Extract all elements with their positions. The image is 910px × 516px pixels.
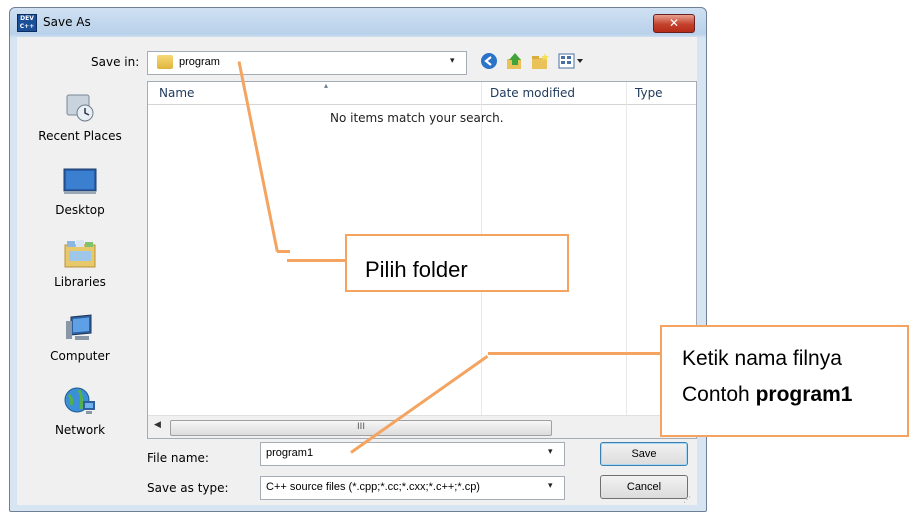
column-header-name[interactable]: Name [159,86,194,100]
annotation-example-filename: program1 [755,383,853,406]
annotation-line-filename [488,352,662,355]
cancel-button[interactable]: Cancel [600,475,688,499]
annotation-text-folder: Pilih folder [365,257,468,282]
annotation-box-folder: Pilih folder [345,234,569,292]
place-label: Network [54,423,106,437]
list-header: Name ▴ Date modified Type [148,81,696,105]
save-as-type-value: C++ source files (*.cpp;*.cc;*.cxx;*.c++… [266,481,480,493]
annotation-text-filename-line2: Contoh program1 [682,383,852,407]
annotation-box-filename: Ketik nama filnya Contoh program1 [660,325,909,437]
place-libraries[interactable]: Libraries [25,239,135,289]
file-name-field[interactable]: program1 ▾ [260,442,565,466]
empty-list-message: No items match your search. [330,111,504,125]
back-icon[interactable] [480,52,498,70]
network-icon [63,387,97,417]
views-menu-icon[interactable] [558,52,586,70]
annotation-example-prefix: Contoh [682,383,756,406]
chevron-down-icon[interactable]: ▾ [548,481,553,491]
place-recent-places[interactable]: Recent Places [25,93,135,143]
column-header-type[interactable]: Type [635,86,663,100]
new-folder-icon[interactable] [531,52,549,70]
places-bar: Recent Places Desktop Libraries Computer [17,81,141,451]
scroll-left-arrow-icon[interactable]: ◀ [154,420,161,430]
place-desktop[interactable]: Desktop [25,167,135,217]
title-bar: DEV C++ Save As ✕ [10,8,706,36]
folder-icon [157,55,173,69]
file-name-value: program1 [266,447,314,459]
place-label: Libraries [54,275,106,289]
chevron-down-icon[interactable]: ▾ [548,447,553,457]
sort-ascending-icon: ▴ [324,81,329,90]
place-label: Recent Places [38,129,122,143]
save-as-type-select[interactable]: C++ source files (*.cpp;*.cc;*.cxx;*.c++… [260,476,565,500]
file-name-label: File name: [147,451,209,465]
annotation-text-filename-line1: Ketik nama filnya [682,347,842,370]
annotation-line-folder-end [287,259,345,262]
save-in-combo[interactable]: program ▾ [147,51,467,75]
libraries-icon [63,239,97,269]
save-button[interactable]: Save [600,442,688,466]
up-folder-icon[interactable] [506,52,524,70]
place-computer[interactable]: Computer [25,313,135,363]
computer-icon [63,313,97,343]
save-as-type-label: Save as type: [147,481,229,495]
annotation-line-folder-elbow [277,250,290,253]
place-network[interactable]: Network [25,387,135,437]
resize-grip-icon[interactable]: ⋰ [683,495,691,504]
devcpp-app-icon: DEV C++ [17,14,37,32]
recent-places-icon [63,93,97,123]
column-header-date-modified[interactable]: Date modified [490,86,575,100]
save-in-value: program [179,56,220,68]
scrollbar-thumb[interactable]: III [170,420,552,436]
save-in-label: Save in: [91,55,140,69]
place-label: Computer [50,349,110,363]
desktop-icon [63,167,97,197]
column-divider [626,82,627,416]
horizontal-scrollbar[interactable]: ◀ III [148,415,696,438]
window-title: Save As [43,15,91,29]
close-button[interactable]: ✕ [653,14,695,33]
chevron-down-icon[interactable]: ▾ [450,56,455,66]
place-label: Desktop [55,203,105,217]
